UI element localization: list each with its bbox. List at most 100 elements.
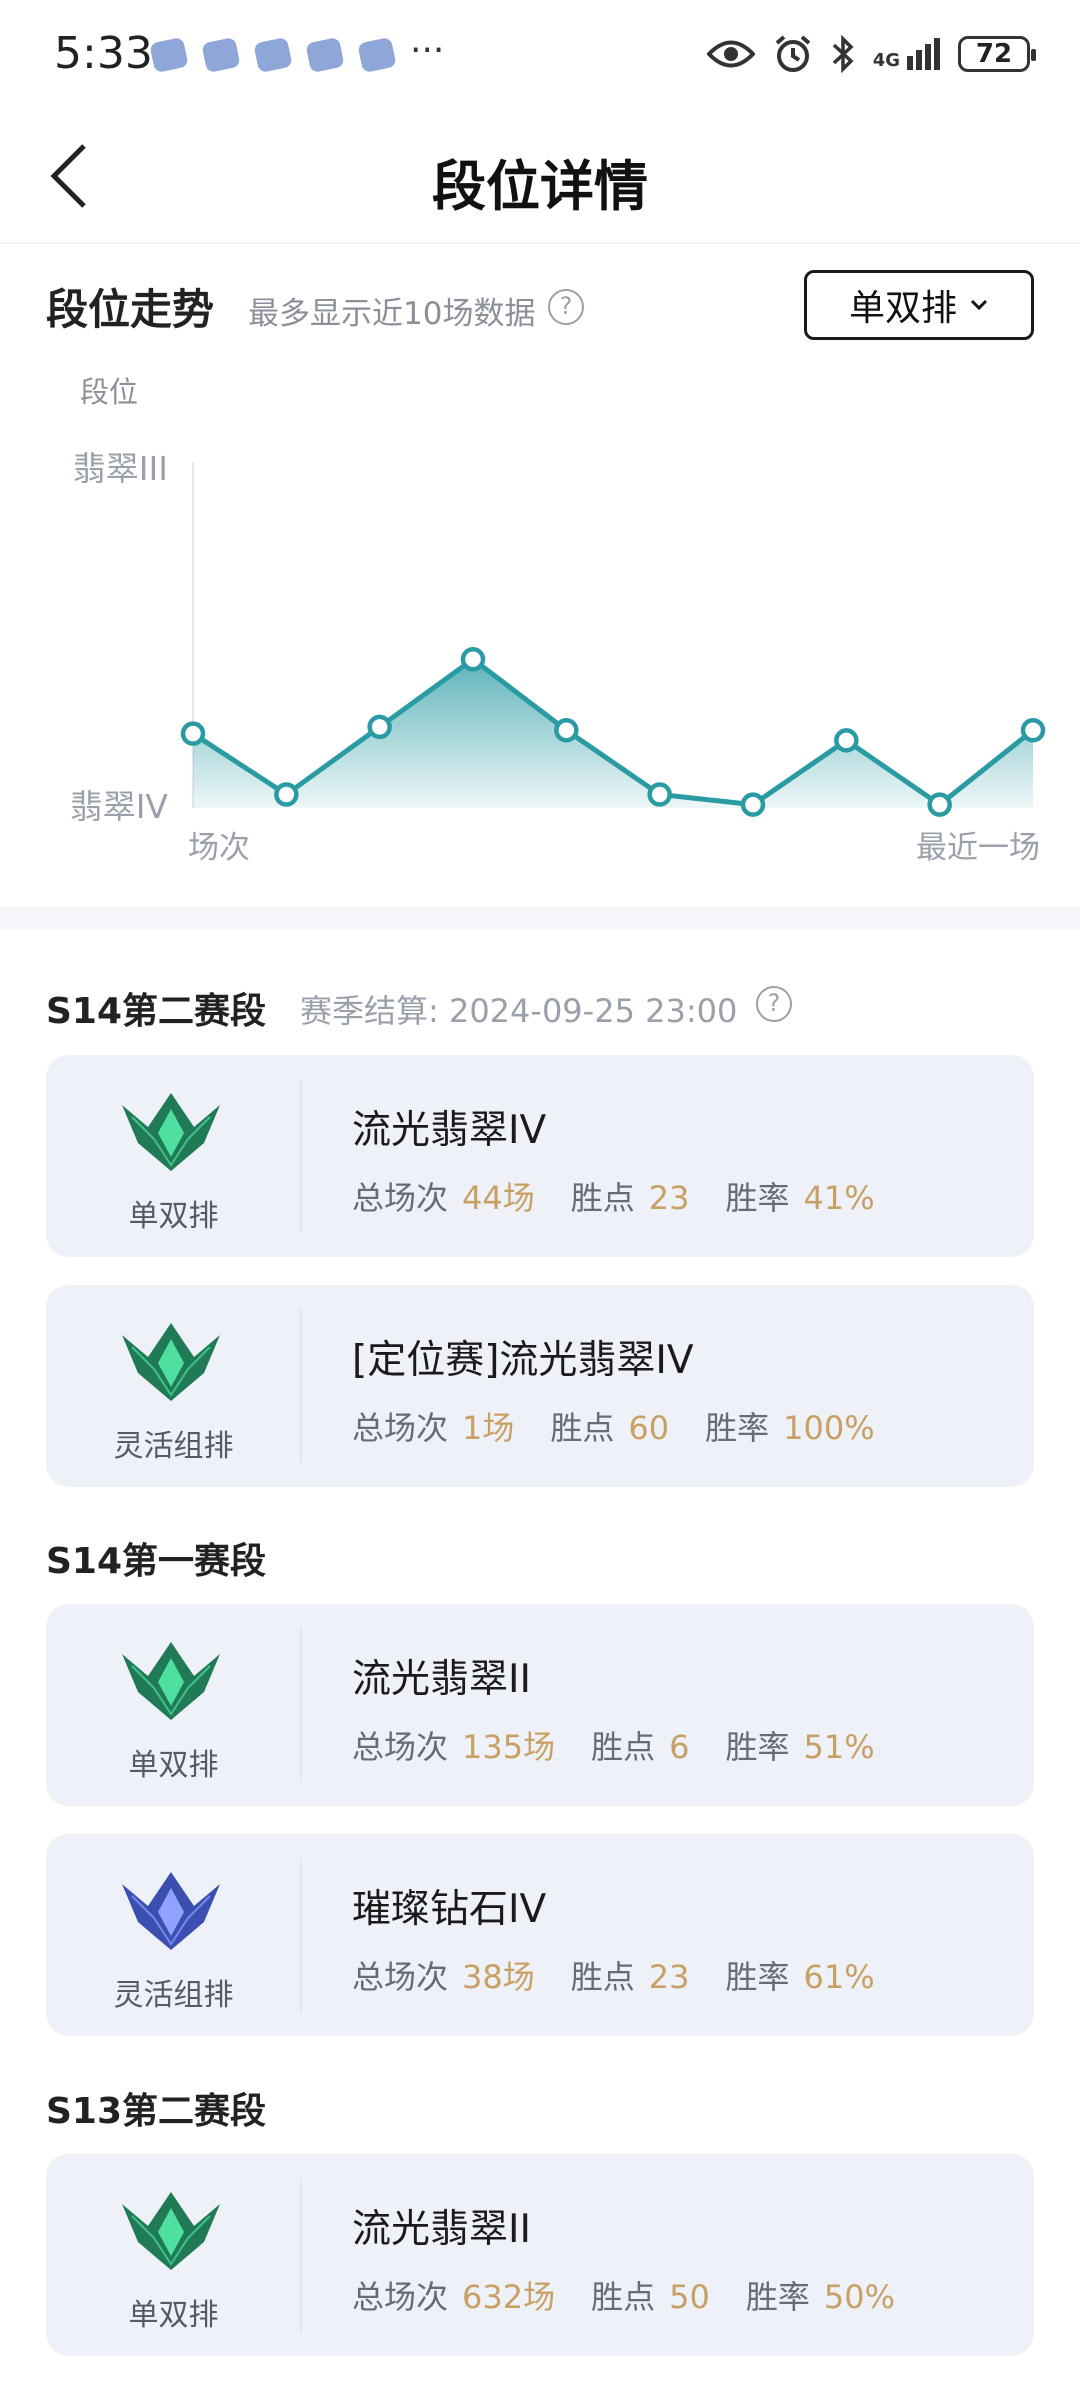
rank-record-card[interactable]: 单双排 流光翡翠IV 总场次 44场 胜点 23 胜率 41% — [46, 1055, 1034, 1257]
league-points-label: 胜点 — [591, 2278, 656, 2316]
chart-data-point[interactable] — [274, 782, 299, 807]
total-games-value: 38场 — [462, 1958, 535, 1996]
chart-data-point[interactable] — [554, 718, 579, 743]
alarm-icon — [775, 35, 810, 72]
league-points-value: 6 — [669, 1728, 690, 1766]
chart-y-tick-label: 翡翠III — [73, 449, 168, 488]
notification-app-icon — [253, 36, 293, 74]
rank-name: [定位赛]流光翡翠IV — [352, 1338, 694, 1383]
trend-title: 段位走势 — [46, 285, 215, 334]
total-games-value: 44场 — [462, 1179, 535, 1217]
notification-app-icon — [305, 36, 345, 74]
total-games-label: 总场次 — [352, 1958, 449, 1996]
win-rate-label: 胜率 — [705, 1409, 770, 1447]
league-points-label: 胜点 — [570, 1958, 635, 1996]
queue-mode: 单双排 — [128, 1748, 219, 1783]
notification-icons — [149, 36, 397, 74]
rank-record-card[interactable]: 灵活组排 璀璨钻石IV 总场次 38场 胜点 23 胜率 61% — [46, 1834, 1034, 2036]
total-games-value: 135场 — [462, 1728, 556, 1766]
league-points-label: 胜点 — [550, 1409, 615, 1447]
card-divider — [300, 1628, 302, 1782]
rank-trend-chart: 段位 翡翠III 翡翠IV 场次 最近一场 — [70, 375, 1046, 866]
notification-app-icon — [201, 36, 241, 74]
status-time: 5:33 — [54, 28, 153, 79]
chart-data-point[interactable] — [834, 728, 859, 753]
card-divider — [300, 1079, 302, 1233]
season-title: S14第二赛段 — [46, 991, 267, 1032]
win-rate-value: 61% — [803, 1958, 875, 1996]
league-points-value: 23 — [648, 1958, 690, 1996]
card-divider — [300, 2178, 302, 2332]
emerald-badge-icon — [122, 1093, 220, 1171]
trend-subtitle: 最多显示近10场数据 — [248, 296, 536, 332]
season-title: S14第一赛段 — [46, 1541, 267, 1582]
nav-header: 段位详情 — [0, 110, 1080, 244]
league-points-label: 胜点 — [591, 1728, 656, 1766]
win-rate-label: 胜率 — [725, 1958, 790, 1996]
emerald-badge-icon — [122, 1323, 220, 1401]
chart-data-point[interactable] — [740, 792, 766, 817]
chart-y-tick-label: 翡翠IV — [70, 787, 169, 826]
network-type: 4G — [872, 50, 900, 71]
league-points-value: 50 — [669, 2278, 710, 2316]
rank-stats: 总场次 1场 胜点 60 胜率 100% — [352, 1403, 911, 1449]
rank-name: 璀璨钻石IV — [352, 1887, 547, 1932]
chart-x-end-label: 最近一场 — [916, 830, 1040, 866]
battery-indicator: 72 — [958, 36, 1036, 72]
chart-data-point[interactable] — [927, 792, 952, 817]
win-rate-value: 50% — [823, 2278, 895, 2316]
queue-mode: 灵活组排 — [113, 1978, 234, 2013]
total-games-label: 总场次 — [352, 1409, 449, 1447]
queue-mode-label: 单双排 — [848, 288, 957, 329]
total-games-value: 1场 — [462, 1409, 515, 1447]
page-title: 段位详情 — [432, 155, 648, 218]
emerald-badge-icon — [122, 2192, 220, 2270]
chart-x-start-label: 场次 — [188, 830, 250, 866]
diamond-badge-icon — [122, 1872, 220, 1950]
chart-data-point[interactable] — [1020, 718, 1046, 743]
total-games-label: 总场次 — [352, 2278, 449, 2316]
league-points-value: 60 — [628, 1409, 670, 1447]
rank-stats: 总场次 632场 胜点 50 胜率 50% — [352, 2272, 931, 2318]
signal-icon: 4G — [873, 38, 940, 70]
rank-name: 流光翡翠II — [352, 1657, 532, 1702]
help-icon[interactable]: ? — [756, 986, 792, 1022]
queue-mode-dropdown[interactable]: 单双排 — [804, 270, 1034, 340]
help-icon[interactable]: ? — [548, 289, 584, 325]
rank-name: 流光翡翠IV — [352, 1108, 547, 1153]
rank-stats: 总场次 38场 胜点 23 胜率 61% — [352, 1952, 911, 1998]
rank-name: 流光翡翠II — [352, 2207, 532, 2252]
rank-stats: 总场次 44场 胜点 23 胜率 41% — [352, 1173, 911, 1219]
chart-data-point[interactable] — [180, 721, 206, 746]
win-rate-value: 100% — [783, 1409, 875, 1447]
chevron-down-icon — [970, 299, 988, 311]
chart-data-point[interactable] — [647, 782, 672, 807]
bluetooth-icon — [832, 34, 854, 74]
season-settlement-note: 赛季结算: 2024-09-25 23:00 — [300, 992, 738, 1030]
more-notifications-icon: ··· — [410, 30, 445, 71]
chart-data-point[interactable] — [367, 714, 392, 740]
notification-app-icon — [357, 36, 397, 74]
league-points-value: 23 — [648, 1179, 690, 1217]
card-divider — [300, 1309, 302, 1463]
queue-mode: 灵活组排 — [113, 1429, 234, 1464]
win-rate-value: 41% — [803, 1179, 875, 1217]
rank-stats: 总场次 135场 胜点 6 胜率 51% — [352, 1722, 911, 1768]
system-icons: 4G 72 — [706, 34, 1036, 74]
rank-record-card[interactable]: 单双排 流光翡翠II 总场次 135场 胜点 6 胜率 51% — [46, 1604, 1034, 1806]
chart-data-point[interactable] — [460, 647, 486, 672]
chart-area-fill — [193, 659, 1033, 808]
league-points-label: 胜点 — [570, 1179, 635, 1217]
status-bar: 5:33 ··· 4G 72 — [0, 0, 1080, 110]
total-games-label: 总场次 — [352, 1728, 449, 1766]
total-games-label: 总场次 — [352, 1179, 449, 1217]
card-divider — [300, 1858, 302, 2012]
emerald-badge-icon — [122, 1642, 220, 1720]
queue-mode: 单双排 — [128, 2298, 219, 2333]
eye-icon — [706, 40, 755, 68]
win-rate-label: 胜率 — [725, 1179, 790, 1217]
rank-record-card[interactable]: 灵活组排 [定位赛]流光翡翠IV 总场次 1场 胜点 60 胜率 100% — [46, 1285, 1034, 1487]
rank-record-card[interactable]: 单双排 流光翡翠II 总场次 632场 胜点 50 胜率 50% — [46, 2154, 1034, 2356]
total-games-value: 632场 — [462, 2278, 556, 2316]
section-divider — [0, 906, 1080, 930]
